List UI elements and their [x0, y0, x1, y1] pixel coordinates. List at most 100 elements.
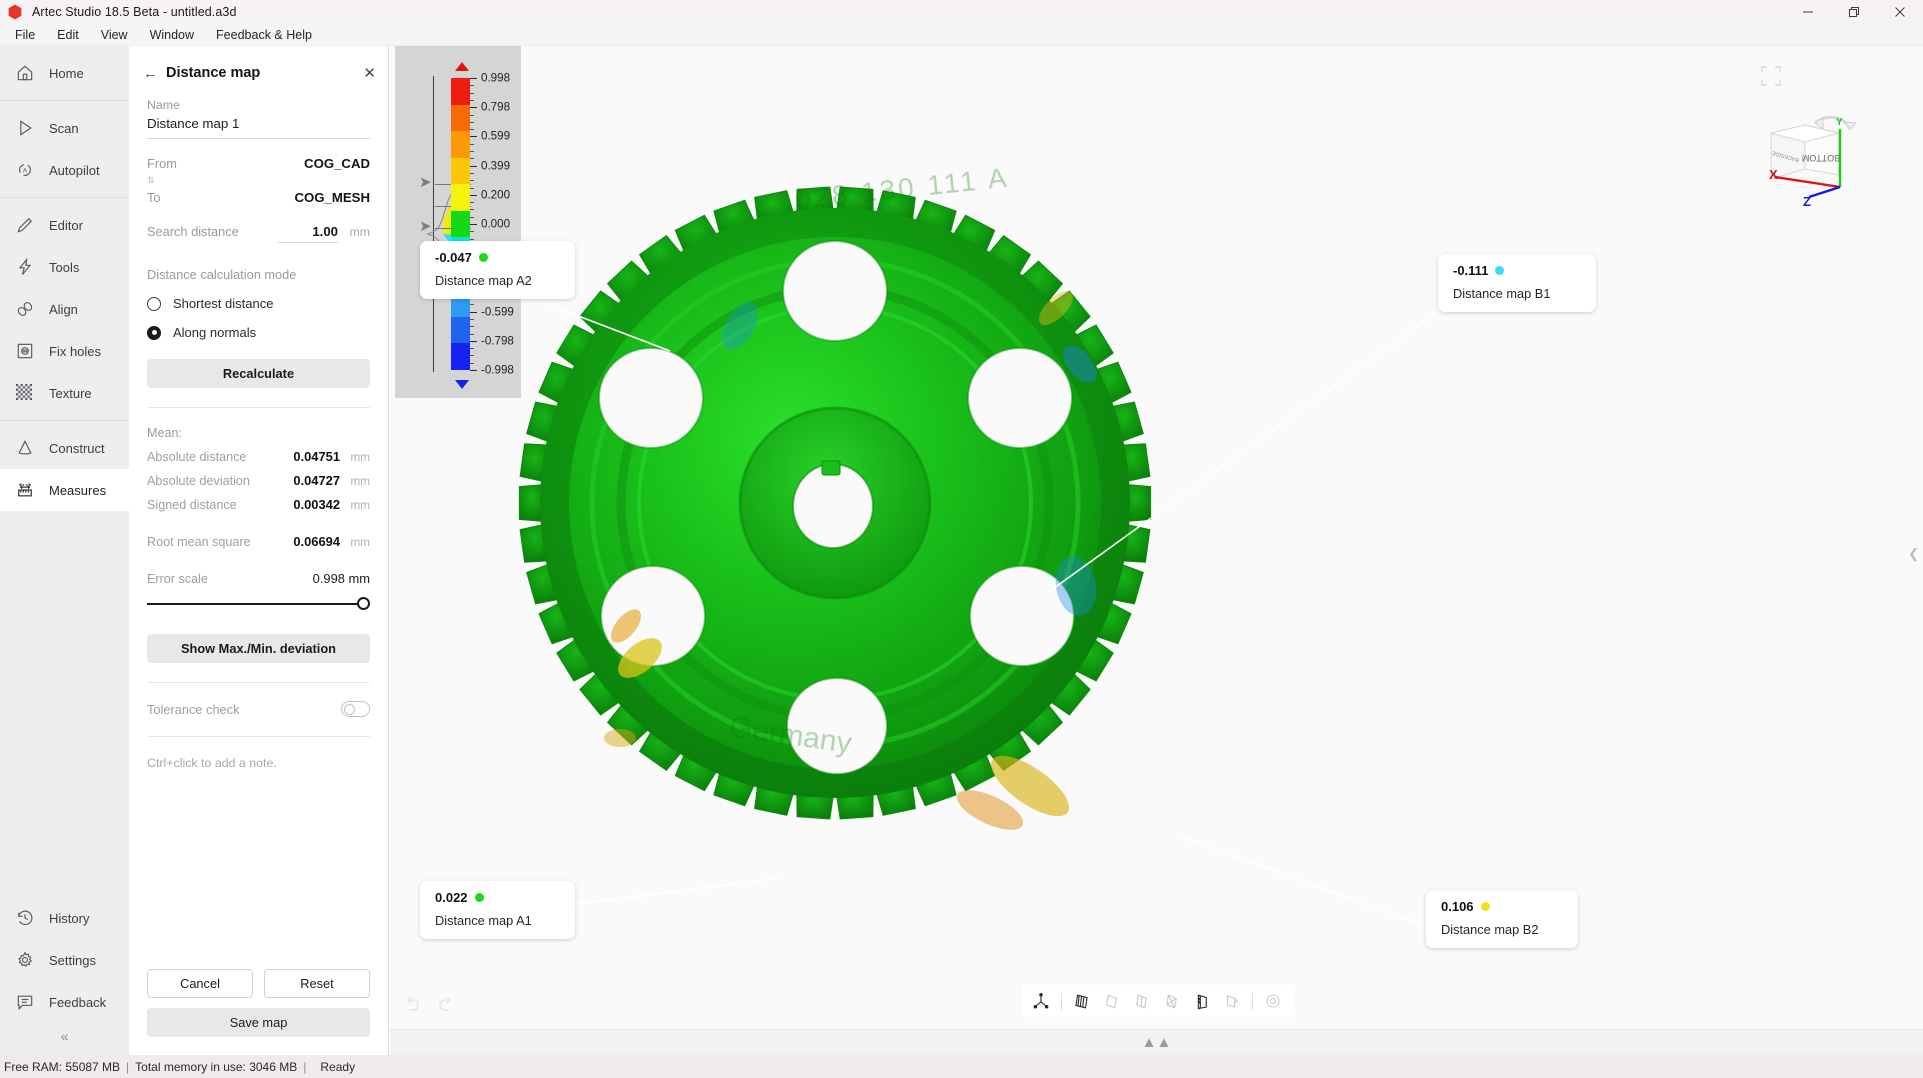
redo-icon[interactable] — [434, 993, 458, 1017]
title-bar: Artec Studio 18.5 Beta - untitled.a3d — [0, 0, 1923, 24]
legend-color-segment — [451, 104, 470, 132]
sidebar-item-label: Align — [49, 301, 78, 317]
ruler-icon — [14, 480, 35, 501]
close-icon[interactable]: ✕ — [363, 64, 376, 82]
sidebar-item-settings[interactable]: Settings — [0, 939, 129, 981]
legend-color-segment — [451, 78, 470, 105]
stat-value: 0.06694 — [293, 534, 340, 549]
save-map-button[interactable]: Save map — [147, 1008, 370, 1037]
solid-model-icon[interactable] — [1189, 988, 1215, 1014]
legend-tick-label: -0.998 — [481, 363, 514, 377]
tolerance-check-toggle[interactable] — [341, 701, 370, 717]
color-gradient-bar[interactable] — [451, 78, 470, 370]
sidebar-item-tools[interactable]: Tools — [0, 246, 129, 288]
undo-icon[interactable] — [400, 993, 424, 1017]
sidebar-item-autopilot[interactable]: A Autopilot — [0, 149, 129, 191]
gear-model-3d[interactable]: 028 130 111 A Germany — [390, 46, 1923, 1055]
swap-vertical-icon[interactable]: ⇅ — [147, 175, 370, 186]
to-row: To COG_MESH — [147, 190, 370, 205]
sidebar-item-scan[interactable]: Scan — [0, 107, 129, 149]
sidebar-item-fix-holes[interactable]: Fix holes — [0, 330, 129, 372]
legend-minor-tick — [470, 180, 474, 182]
points-model-icon[interactable] — [1219, 988, 1245, 1014]
legend-tick-label: 0.599 — [481, 129, 511, 143]
close-icon — [1895, 7, 1905, 17]
radio-along-normals[interactable]: Along normals — [147, 325, 370, 340]
show-max-min-deviation-button[interactable]: Show Max./Min. deviation — [147, 634, 370, 663]
view-mode-toolbar — [1020, 985, 1293, 1017]
target-model-icon[interactable] — [1260, 988, 1286, 1014]
sidebar-item-texture[interactable]: Texture — [0, 372, 129, 414]
search-distance-unit: mm — [349, 225, 371, 239]
arrow-left-icon[interactable]: ← — [143, 65, 158, 82]
color-scale-legend[interactable]: ➤ ➤ 0.9980.7980.5990.3990.2000.000-0.200… — [395, 46, 521, 398]
sidebar-item-feedback[interactable]: Feedback — [0, 981, 129, 1023]
legend-minor-tick — [470, 85, 474, 87]
fit-to-screen-icon[interactable] — [1759, 64, 1783, 88]
sidebar-item-align[interactable]: Align — [0, 288, 129, 330]
shaded-half-model-icon[interactable] — [1129, 988, 1155, 1014]
legend-minor-tick — [470, 151, 474, 152]
right-panel-expand-chevron[interactable]: ❮ — [1908, 546, 1919, 562]
maximize-button[interactable] — [1831, 0, 1877, 24]
callout-value-row: 0.106 — [1441, 899, 1563, 914]
legend-tick — [470, 107, 477, 109]
error-scale-slider[interactable] — [147, 594, 370, 614]
menu-feedback-help[interactable]: Feedback & Help — [205, 26, 323, 44]
slider-track — [147, 603, 370, 605]
radio-shortest-distance[interactable]: Shortest distance — [147, 296, 370, 311]
callout-value: -0.047 — [435, 250, 472, 265]
name-input[interactable] — [147, 112, 370, 139]
sidebar-item-editor[interactable]: Editor — [0, 204, 129, 246]
legend-minor-tick — [470, 304, 474, 306]
radio-icon-selected — [147, 325, 161, 340]
minimize-button[interactable] — [1785, 0, 1831, 24]
page-title: Distance map — [166, 65, 261, 81]
stat-unit: mm — [350, 498, 370, 512]
slider-knob[interactable] — [357, 597, 370, 610]
callout-distance-map-a2[interactable]: -0.047 Distance map A2 — [420, 241, 575, 299]
stat-value: 0.04751 — [293, 449, 340, 464]
reset-button[interactable]: Reset — [264, 969, 370, 998]
artec-logo-icon — [8, 4, 22, 20]
nav-group-2: Scan A Autopilot — [0, 101, 129, 197]
name-label: Name — [147, 98, 180, 112]
menu-view[interactable]: View — [90, 26, 139, 44]
triangle-up-icon[interactable] — [455, 62, 469, 71]
legend-minor-tick — [470, 92, 474, 94]
axes-gizmo-icon[interactable] — [1028, 988, 1054, 1014]
callout-distance-map-a1[interactable]: 0.022 Distance map A1 — [420, 881, 575, 939]
sidebar-collapse-button[interactable]: « — [0, 1023, 129, 1049]
recalculate-button[interactable]: Recalculate — [147, 359, 370, 388]
sidebar-item-label: Home — [49, 65, 84, 81]
callout-distance-map-b1[interactable]: -0.111 Distance map B1 — [1438, 254, 1596, 312]
sidebar-item-home[interactable]: Home — [0, 52, 129, 94]
3d-viewport[interactable]: 028 130 111 A Germany ➤ ➤ 0.998 0.798 0.… — [390, 46, 1923, 1055]
menu-edit[interactable]: Edit — [46, 26, 90, 44]
navigation-cube-gizmo[interactable]: BOTTOM BACKSIDE X Y Z — [1753, 101, 1883, 211]
callout-distance-map-b2[interactable]: 0.106 Distance map B2 — [1426, 890, 1578, 948]
menu-window[interactable]: Window — [139, 26, 205, 44]
from-value[interactable]: COG_CAD — [304, 156, 370, 171]
sidebar-item-label: Tools — [49, 259, 80, 275]
wireframe-model-icon[interactable] — [1159, 988, 1185, 1014]
sidebar-item-construct[interactable]: Construct — [0, 427, 129, 469]
toolbar-separator — [1251, 992, 1253, 1010]
status-separator: | — [303, 1059, 307, 1074]
shaded-model-icon[interactable] — [1099, 988, 1125, 1014]
sidebar-item-label: Fix holes — [49, 343, 102, 359]
cube-face-label-bottom: BOTTOM — [1802, 153, 1840, 163]
textured-model-icon[interactable] — [1069, 988, 1095, 1014]
chevrons-up-icon[interactable]: ▲▲ — [1142, 1034, 1172, 1051]
close-button[interactable] — [1877, 0, 1923, 24]
to-value[interactable]: COG_MESH — [295, 190, 370, 205]
triangle-down-icon[interactable] — [455, 380, 469, 389]
search-distance-input[interactable] — [278, 224, 338, 243]
stat-unit: mm — [350, 450, 370, 464]
sidebar-item-history[interactable]: History — [0, 897, 129, 939]
sidebar-item-measures[interactable]: Measures — [0, 469, 129, 511]
legend-tick-label: -0.599 — [481, 305, 514, 319]
cancel-button[interactable]: Cancel — [147, 969, 253, 998]
menu-file[interactable]: File — [4, 26, 46, 44]
stat-root-mean-square: Root mean square 0.06694 mm — [147, 534, 370, 549]
